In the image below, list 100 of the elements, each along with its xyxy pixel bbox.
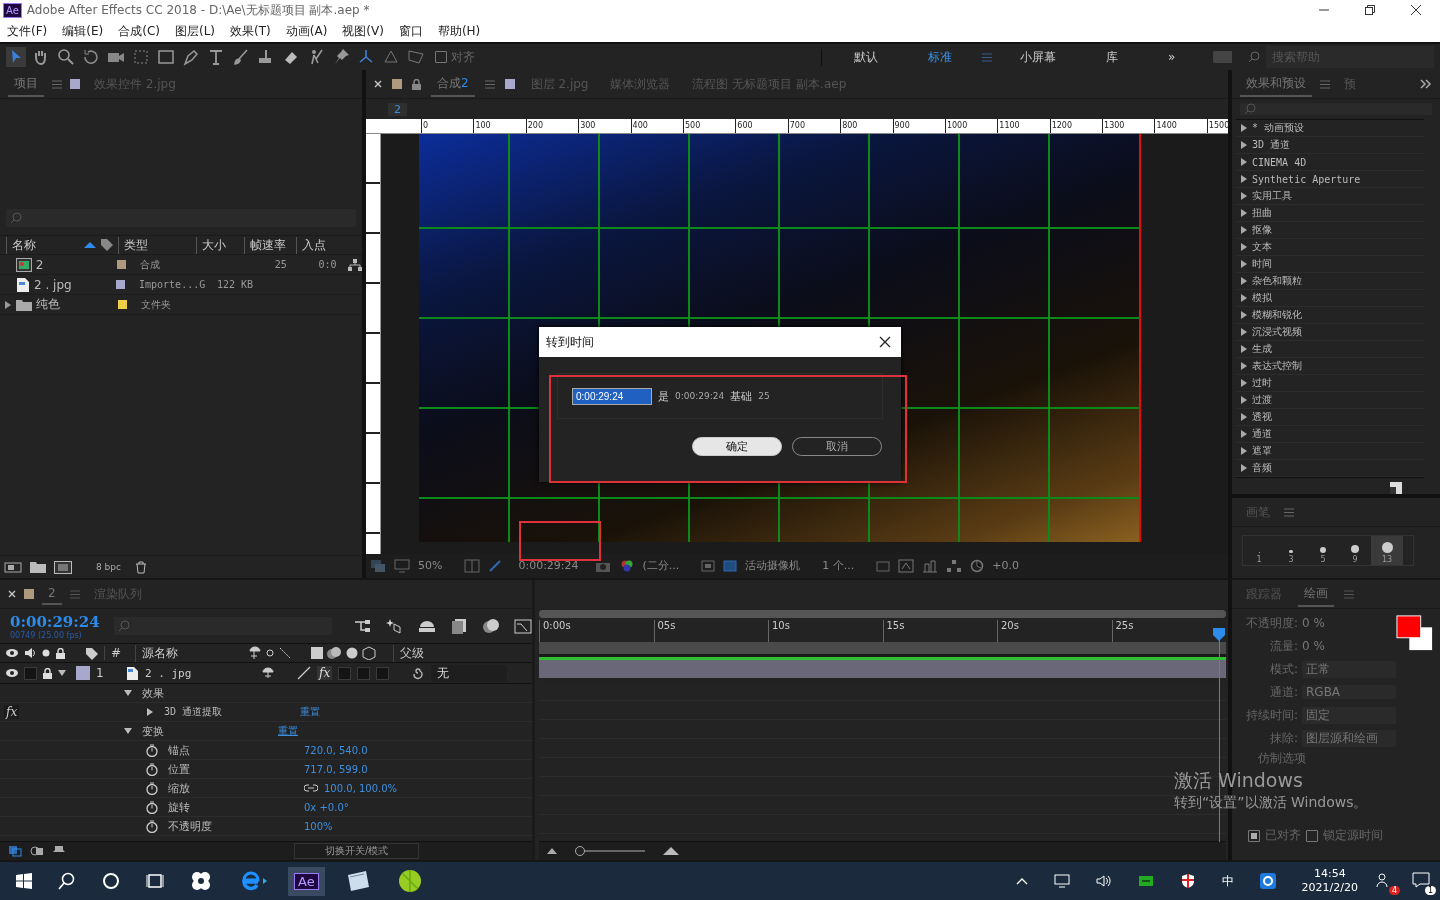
composition-flowchart-icon[interactable] [354, 618, 372, 634]
panel-tab[interactable]: 项目 [8, 71, 44, 97]
column-header[interactable]: 源名称 [135, 644, 242, 662]
cancel-button[interactable]: 取消 [792, 437, 882, 456]
close-icon[interactable] [1410, 4, 1422, 16]
new-folder-icon[interactable] [30, 561, 46, 573]
effect-category[interactable]: * 动画预设 [1236, 120, 1424, 137]
effect-category[interactable]: 过时 [1236, 375, 1424, 392]
column-header[interactable]: 父级 [393, 644, 490, 662]
camera-view-dropdown[interactable]: 活动摄像机 [745, 559, 815, 573]
effect-category[interactable]: 模拟 [1236, 290, 1424, 307]
switch-slot[interactable] [24, 666, 37, 680]
property-value[interactable]: 100% [304, 820, 333, 832]
expanded-arrow-icon[interactable] [124, 689, 132, 697]
menu-item[interactable]: 效果(T) [230, 22, 271, 40]
menu-icon[interactable] [484, 79, 495, 89]
effect-category[interactable]: 通道 [1236, 426, 1424, 443]
menu-item[interactable]: 编辑(E) [62, 22, 104, 40]
zoom-in-icon[interactable] [663, 847, 679, 855]
item-name[interactable]: 2 [35, 257, 113, 272]
input-method-indicator[interactable]: 中 [1221, 872, 1234, 890]
menu-item[interactable]: 文件(F) [7, 22, 48, 40]
effect-category[interactable]: 透视 [1236, 409, 1424, 426]
transfer-controls-icon[interactable] [30, 845, 44, 857]
lock-source-time-checkbox[interactable] [1306, 829, 1318, 842]
composition-breadcrumb[interactable]: 2 [388, 102, 407, 116]
stopwatch-icon[interactable] [146, 743, 158, 757]
field-value[interactable]: 0 % [1302, 639, 1325, 653]
effect-category[interactable]: 时间 [1236, 256, 1424, 273]
view-axis-icon[interactable] [406, 47, 426, 67]
effect-switch[interactable]: fx [317, 666, 333, 680]
brush-preset[interactable]: 9 [1339, 536, 1371, 565]
ball-app-icon[interactable] [396, 868, 423, 894]
lock-icon[interactable] [43, 667, 52, 679]
layer-name[interactable]: 2 . jpg [145, 666, 255, 680]
menu-icon[interactable] [1284, 507, 1294, 517]
field-value[interactable]: 0 % [1302, 616, 1325, 630]
column-header[interactable]: 入点 [296, 236, 326, 254]
timeline-icon[interactable] [922, 559, 939, 573]
eye-icon[interactable] [6, 649, 18, 657]
menu-item[interactable]: 帮助(H) [437, 22, 481, 40]
mask-visibility-icon[interactable] [488, 559, 503, 573]
column-header[interactable]: 名称 [6, 236, 80, 254]
effect-category[interactable]: 实用工具 [1236, 188, 1424, 205]
workspace-tab[interactable]: 标准 [907, 48, 974, 66]
effect-category[interactable]: 沉浸式视频 [1236, 324, 1424, 341]
effect-category[interactable]: 模糊和锐化 [1236, 307, 1424, 324]
effect-category[interactable]: 生成 [1236, 341, 1424, 358]
effect-category[interactable]: 杂色和颗粒 [1236, 273, 1424, 290]
switch-slot[interactable] [376, 666, 390, 680]
graph-editor-icon[interactable] [514, 618, 532, 634]
menu-item[interactable]: 视图(V) [342, 22, 384, 40]
workspace-tab[interactable]: 库 [1085, 48, 1140, 66]
column-header[interactable]: 帧速率 [244, 236, 292, 254]
region-of-interest-icon[interactable] [701, 559, 716, 573]
property-value[interactable]: 717.0, 599.0 [304, 763, 368, 775]
stopwatch-icon[interactable] [146, 819, 158, 833]
current-time-display[interactable]: 0:00:29:24 [510, 559, 587, 573]
search-icon[interactable] [58, 872, 76, 890]
close-icon[interactable] [879, 336, 891, 348]
rotate-tool-icon[interactable] [81, 47, 101, 67]
menu-icon[interactable] [52, 79, 62, 89]
effect-category[interactable]: 过渡 [1236, 392, 1424, 409]
magnification-dropdown[interactable]: 50% [418, 559, 457, 573]
menu-item[interactable]: 窗口 [398, 22, 423, 40]
new-bin-icon[interactable] [1390, 482, 1402, 494]
fast-preview-icon[interactable] [898, 559, 915, 573]
switch-slot[interactable] [357, 666, 371, 680]
effects-search-field[interactable] [1240, 103, 1432, 115]
restore-icon[interactable] [1364, 4, 1376, 16]
property-value[interactable]: 0x +0.0° [304, 801, 349, 813]
effect-category[interactable]: 文本 [1236, 239, 1424, 256]
toggle-pixel-aspect-icon[interactable] [876, 559, 891, 573]
menu-item[interactable]: 合成(C) [118, 22, 160, 40]
panel-tab[interactable]: 效果和预设 [1240, 71, 1312, 97]
effect-category[interactable]: CINEMA 4D [1236, 154, 1424, 171]
bit-depth-button[interactable]: 8 bpc [96, 562, 121, 572]
graphics-icon[interactable] [1137, 874, 1154, 888]
current-time-display[interactable]: 0:00:29:24 [10, 612, 107, 631]
stopwatch-icon[interactable] [146, 800, 158, 814]
label-color-swatch[interactable] [116, 280, 125, 289]
interpret-footage-icon[interactable] [4, 561, 22, 573]
ok-button[interactable]: 确定 [692, 437, 782, 456]
expanded-arrow-icon[interactable] [58, 669, 66, 677]
new-composition-icon[interactable] [54, 560, 72, 574]
project-search-field[interactable] [6, 209, 356, 227]
expanded-arrow-icon[interactable] [124, 727, 132, 735]
view-layout-dropdown[interactable]: 1 个... [822, 559, 869, 573]
brush-tool-icon[interactable] [231, 47, 251, 67]
motion-blur-icon[interactable] [482, 618, 500, 634]
item-name[interactable]: 2 . jpg [34, 277, 112, 292]
brush-preset[interactable]: 5 [1307, 536, 1339, 565]
shy-layers-icon[interactable] [418, 618, 436, 634]
property-value[interactable]: 重置 [278, 724, 298, 738]
property-value[interactable]: 重置 [300, 705, 320, 719]
zoom-out-icon[interactable] [547, 848, 557, 854]
label-color-swatch[interactable] [118, 300, 127, 309]
solo-dot-icon[interactable] [42, 649, 50, 657]
switch-slot[interactable] [338, 666, 352, 680]
aligned-checkbox[interactable] [1248, 829, 1260, 842]
